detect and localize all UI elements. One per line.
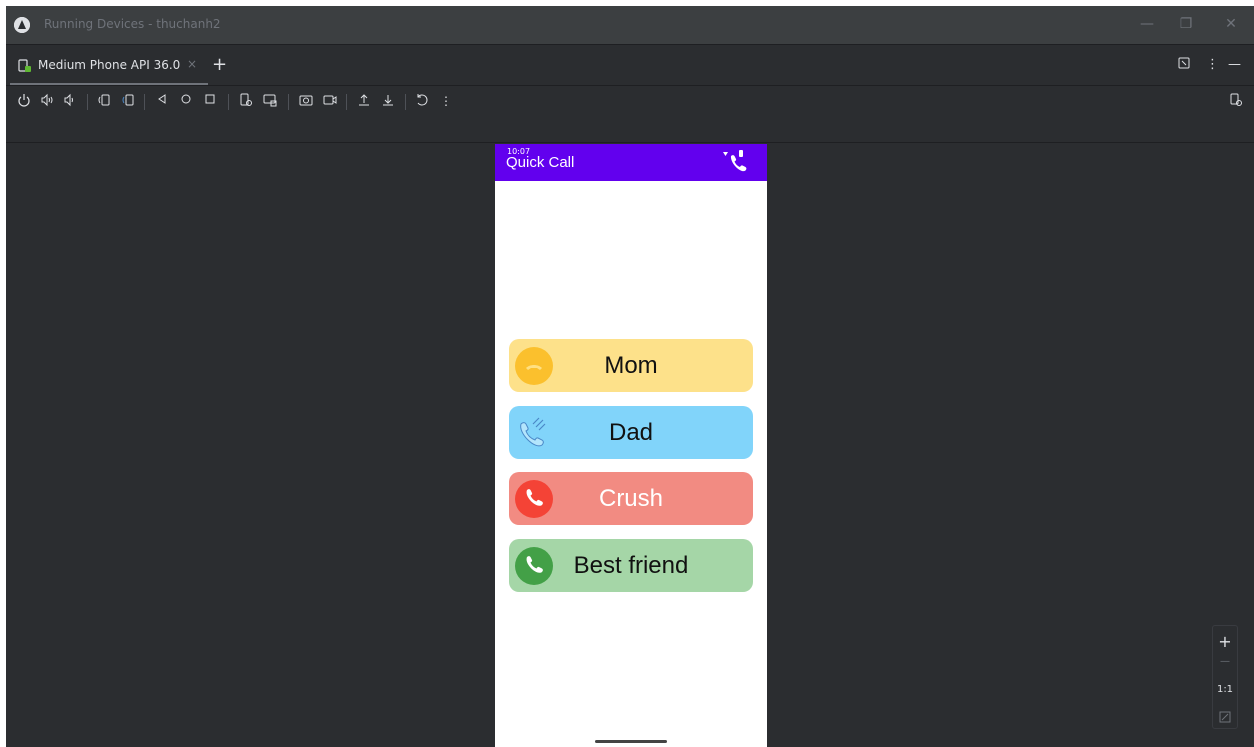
download-icon[interactable] <box>380 93 396 109</box>
contact-button-crush[interactable]: Crush <box>509 472 753 525</box>
android-studio-logo-icon <box>14 17 30 33</box>
zoom-actual-size-button[interactable]: 1:1 <box>1213 684 1237 695</box>
reset-icon[interactable] <box>414 93 430 109</box>
tab-close-icon[interactable]: × <box>187 57 197 71</box>
window-title: Running Devices - thuchanh2 <box>44 17 221 31</box>
zoom-in-button[interactable]: + <box>1213 632 1237 651</box>
collapse-icon[interactable] <box>1178 57 1190 73</box>
device-frame-icon[interactable] <box>262 93 278 109</box>
volume-up-icon[interactable] <box>39 93 55 109</box>
more-icon[interactable]: ⋮ <box>438 93 454 109</box>
close-window-button[interactable]: ✕ <box>1222 15 1240 33</box>
fit-screen-icon[interactable] <box>1213 708 1237 727</box>
more-options-icon[interactable]: ⋮ <box>1206 57 1219 72</box>
back-icon[interactable] <box>154 93 170 109</box>
overview-icon[interactable] <box>202 93 218 109</box>
toolbar-separator <box>228 94 229 110</box>
tab-medium-phone[interactable]: Medium Phone API 36.0 × <box>6 45 210 85</box>
rotate-right-icon[interactable] <box>119 93 135 109</box>
device-toolbar: ⋮ <box>6 87 1254 117</box>
toolbar-separator <box>288 94 289 110</box>
toolbar-separator <box>144 94 145 110</box>
app-title: Quick Call <box>506 154 575 171</box>
toolbar-separator <box>87 94 88 110</box>
tab-label: Medium Phone API 36.0 <box>38 58 181 72</box>
tab-underline <box>10 83 208 85</box>
minimize-button[interactable]: — <box>1138 15 1156 33</box>
device-explorer-icon[interactable] <box>1228 93 1244 109</box>
record-icon[interactable] <box>322 93 338 109</box>
rotate-left-icon[interactable] <box>96 93 112 109</box>
contact-name: Crush <box>598 485 664 512</box>
content-divider <box>6 142 1254 143</box>
zoom-out-button[interactable]: — <box>1213 656 1237 667</box>
device-screenshot-icon[interactable] <box>238 93 254 109</box>
app-bar: 10:07 Quick Call <box>495 144 767 181</box>
restore-button[interactable]: ❐ <box>1177 15 1195 33</box>
call-status-icon <box>719 147 751 175</box>
upload-icon[interactable] <box>356 93 372 109</box>
volume-down-icon[interactable] <box>62 93 78 109</box>
add-tab-button[interactable]: + <box>212 54 227 75</box>
contact-button-mom[interactable]: Mom <box>509 339 753 392</box>
contact-button-dad[interactable]: Dad <box>509 406 753 459</box>
gesture-nav-bar[interactable] <box>595 740 667 743</box>
contact-name: Best friend <box>573 552 689 579</box>
running-devices-window: Running Devices - thuchanh2 — ❐ ✕ Medium… <box>6 6 1254 747</box>
title-bar: Running Devices - thuchanh2 — ❐ ✕ <box>6 6 1254 44</box>
device-screen[interactable]: 10:07 Quick Call Mom Dad Crush Best frie… <box>495 144 767 747</box>
contact-name: Dad <box>608 419 654 446</box>
hide-panel-button[interactable]: — <box>1228 57 1241 72</box>
toolbar-separator <box>346 94 347 110</box>
home-icon[interactable] <box>178 93 194 109</box>
toolbar-separator <box>405 94 406 110</box>
contact-button-best-friend[interactable]: Best friend <box>509 539 753 592</box>
zoom-controls: + — 1:1 <box>1212 625 1238 729</box>
device-icon <box>18 58 32 72</box>
power-icon[interactable] <box>16 93 32 109</box>
contact-name: Mom <box>604 352 658 379</box>
camera-icon[interactable] <box>298 93 314 109</box>
tab-bar: Medium Phone API 36.0 × + ⋮ — <box>6 44 1254 86</box>
